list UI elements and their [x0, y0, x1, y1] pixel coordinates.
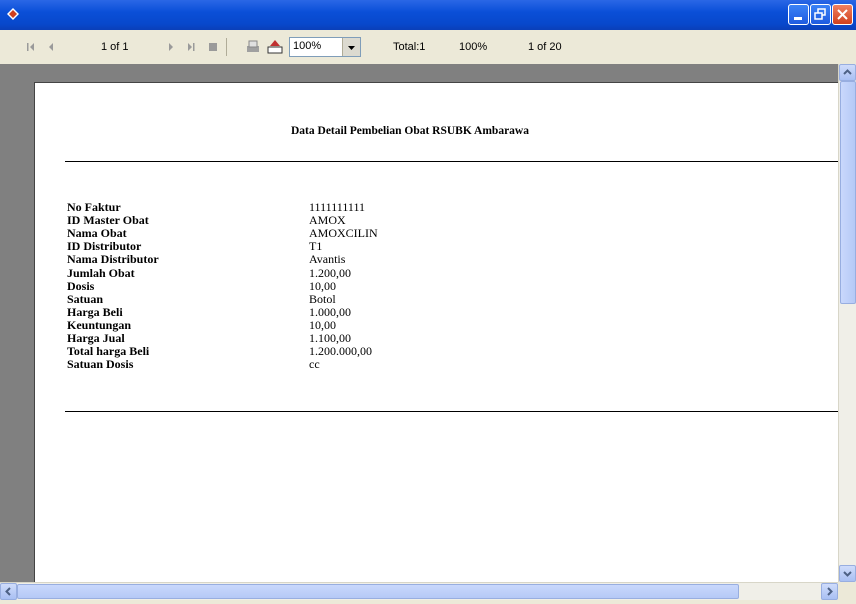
field-value: T1	[309, 239, 323, 254]
export-icon	[267, 40, 283, 54]
chevron-left-icon	[5, 587, 11, 596]
minimize-button[interactable]	[788, 4, 809, 25]
toolbar-separator	[226, 38, 227, 56]
horizontal-scrollbar[interactable]	[0, 582, 838, 600]
title-bar	[0, 0, 856, 30]
scroll-right-button[interactable]	[821, 583, 838, 600]
last-page-button[interactable]	[182, 38, 200, 56]
prev-page-icon	[49, 43, 53, 51]
scroll-up-button[interactable]	[839, 64, 856, 81]
zoom-percent-label: 100%	[459, 41, 488, 53]
chevron-right-icon	[827, 587, 833, 596]
field-label: Jumlah Obat	[67, 265, 135, 280]
field-value: 1111111111	[309, 200, 365, 214]
chevron-down-icon	[348, 46, 355, 50]
field-value: AMOX	[309, 213, 346, 228]
field-label: Keuntungan	[67, 317, 132, 332]
field-label: Total harga Beli	[67, 344, 150, 359]
report-title: Data Detail Pembelian Obat RSUBK Ambaraw…	[291, 125, 529, 137]
field-value: 10,00	[309, 278, 336, 293]
header-rule	[65, 161, 838, 162]
field-label: Harga Beli	[67, 304, 123, 319]
field-value: Avantis	[309, 252, 346, 267]
first-page-button[interactable]	[22, 38, 40, 56]
field-label: Nama Distributor	[67, 252, 159, 267]
next-page-icon	[169, 43, 173, 51]
stop-icon	[209, 43, 217, 51]
field-value: cc	[309, 357, 320, 372]
last-page-icon	[188, 43, 195, 51]
field-label: Satuan	[67, 291, 104, 306]
minimize-icon	[794, 17, 802, 20]
scroll-left-button[interactable]	[0, 583, 17, 600]
page-indicator: 1 of 1	[101, 41, 129, 53]
restore-icon	[814, 8, 826, 20]
close-button[interactable]	[832, 4, 853, 25]
scroll-down-button[interactable]	[839, 565, 856, 582]
scrollbar-corner	[838, 582, 856, 599]
chevron-down-icon	[843, 571, 852, 577]
close-icon	[837, 9, 848, 20]
field-value: AMOXCILIN	[309, 226, 378, 241]
prev-page-button[interactable]	[42, 38, 60, 56]
field-value: 1.100,00	[309, 331, 351, 345]
field-label: Harga Jual	[67, 331, 125, 345]
restore-button[interactable]	[810, 4, 831, 25]
field-value: 1.000,00	[309, 304, 351, 319]
vertical-scrollbar[interactable]	[838, 64, 856, 582]
app-icon	[7, 8, 19, 20]
field-value: 10,00	[309, 317, 336, 332]
printer-icon	[247, 40, 259, 52]
field-label: Dosis	[67, 278, 95, 293]
zoom-select[interactable]: 100%	[289, 37, 361, 57]
field-label: Nama Obat	[67, 226, 127, 241]
total-label: Total:1	[393, 41, 426, 53]
stop-button[interactable]	[204, 38, 222, 56]
field-label: ID Master Obat	[67, 213, 149, 228]
report-viewport: Data Detail Pembelian Obat RSUBK Ambaraw…	[0, 64, 838, 582]
field-label: Satuan Dosis	[67, 357, 134, 372]
field-value: Botol	[309, 291, 336, 306]
field-label: ID Distributor	[67, 239, 142, 254]
report-page: Data Detail Pembelian Obat RSUBK Ambaraw…	[34, 82, 838, 582]
record-count-label: 1 of 20	[528, 41, 562, 53]
field-label: No Faktur	[67, 200, 121, 214]
print-button[interactable]	[244, 38, 262, 56]
footer-rule	[65, 411, 838, 412]
export-button[interactable]	[266, 38, 284, 56]
chevron-up-icon	[843, 69, 852, 75]
field-value: 1.200.000,00	[309, 344, 372, 359]
zoom-value: 100%	[293, 40, 322, 52]
horizontal-scroll-thumb[interactable]	[17, 584, 739, 599]
toolbar: 1 of 1 100% Total:1 100% 1 of 20	[0, 30, 856, 65]
first-page-icon	[27, 43, 34, 51]
field-value: 1.200,00	[309, 265, 351, 280]
vertical-scroll-thumb[interactable]	[840, 81, 856, 304]
next-page-button[interactable]	[162, 38, 180, 56]
zoom-dropdown-button[interactable]	[342, 38, 360, 56]
